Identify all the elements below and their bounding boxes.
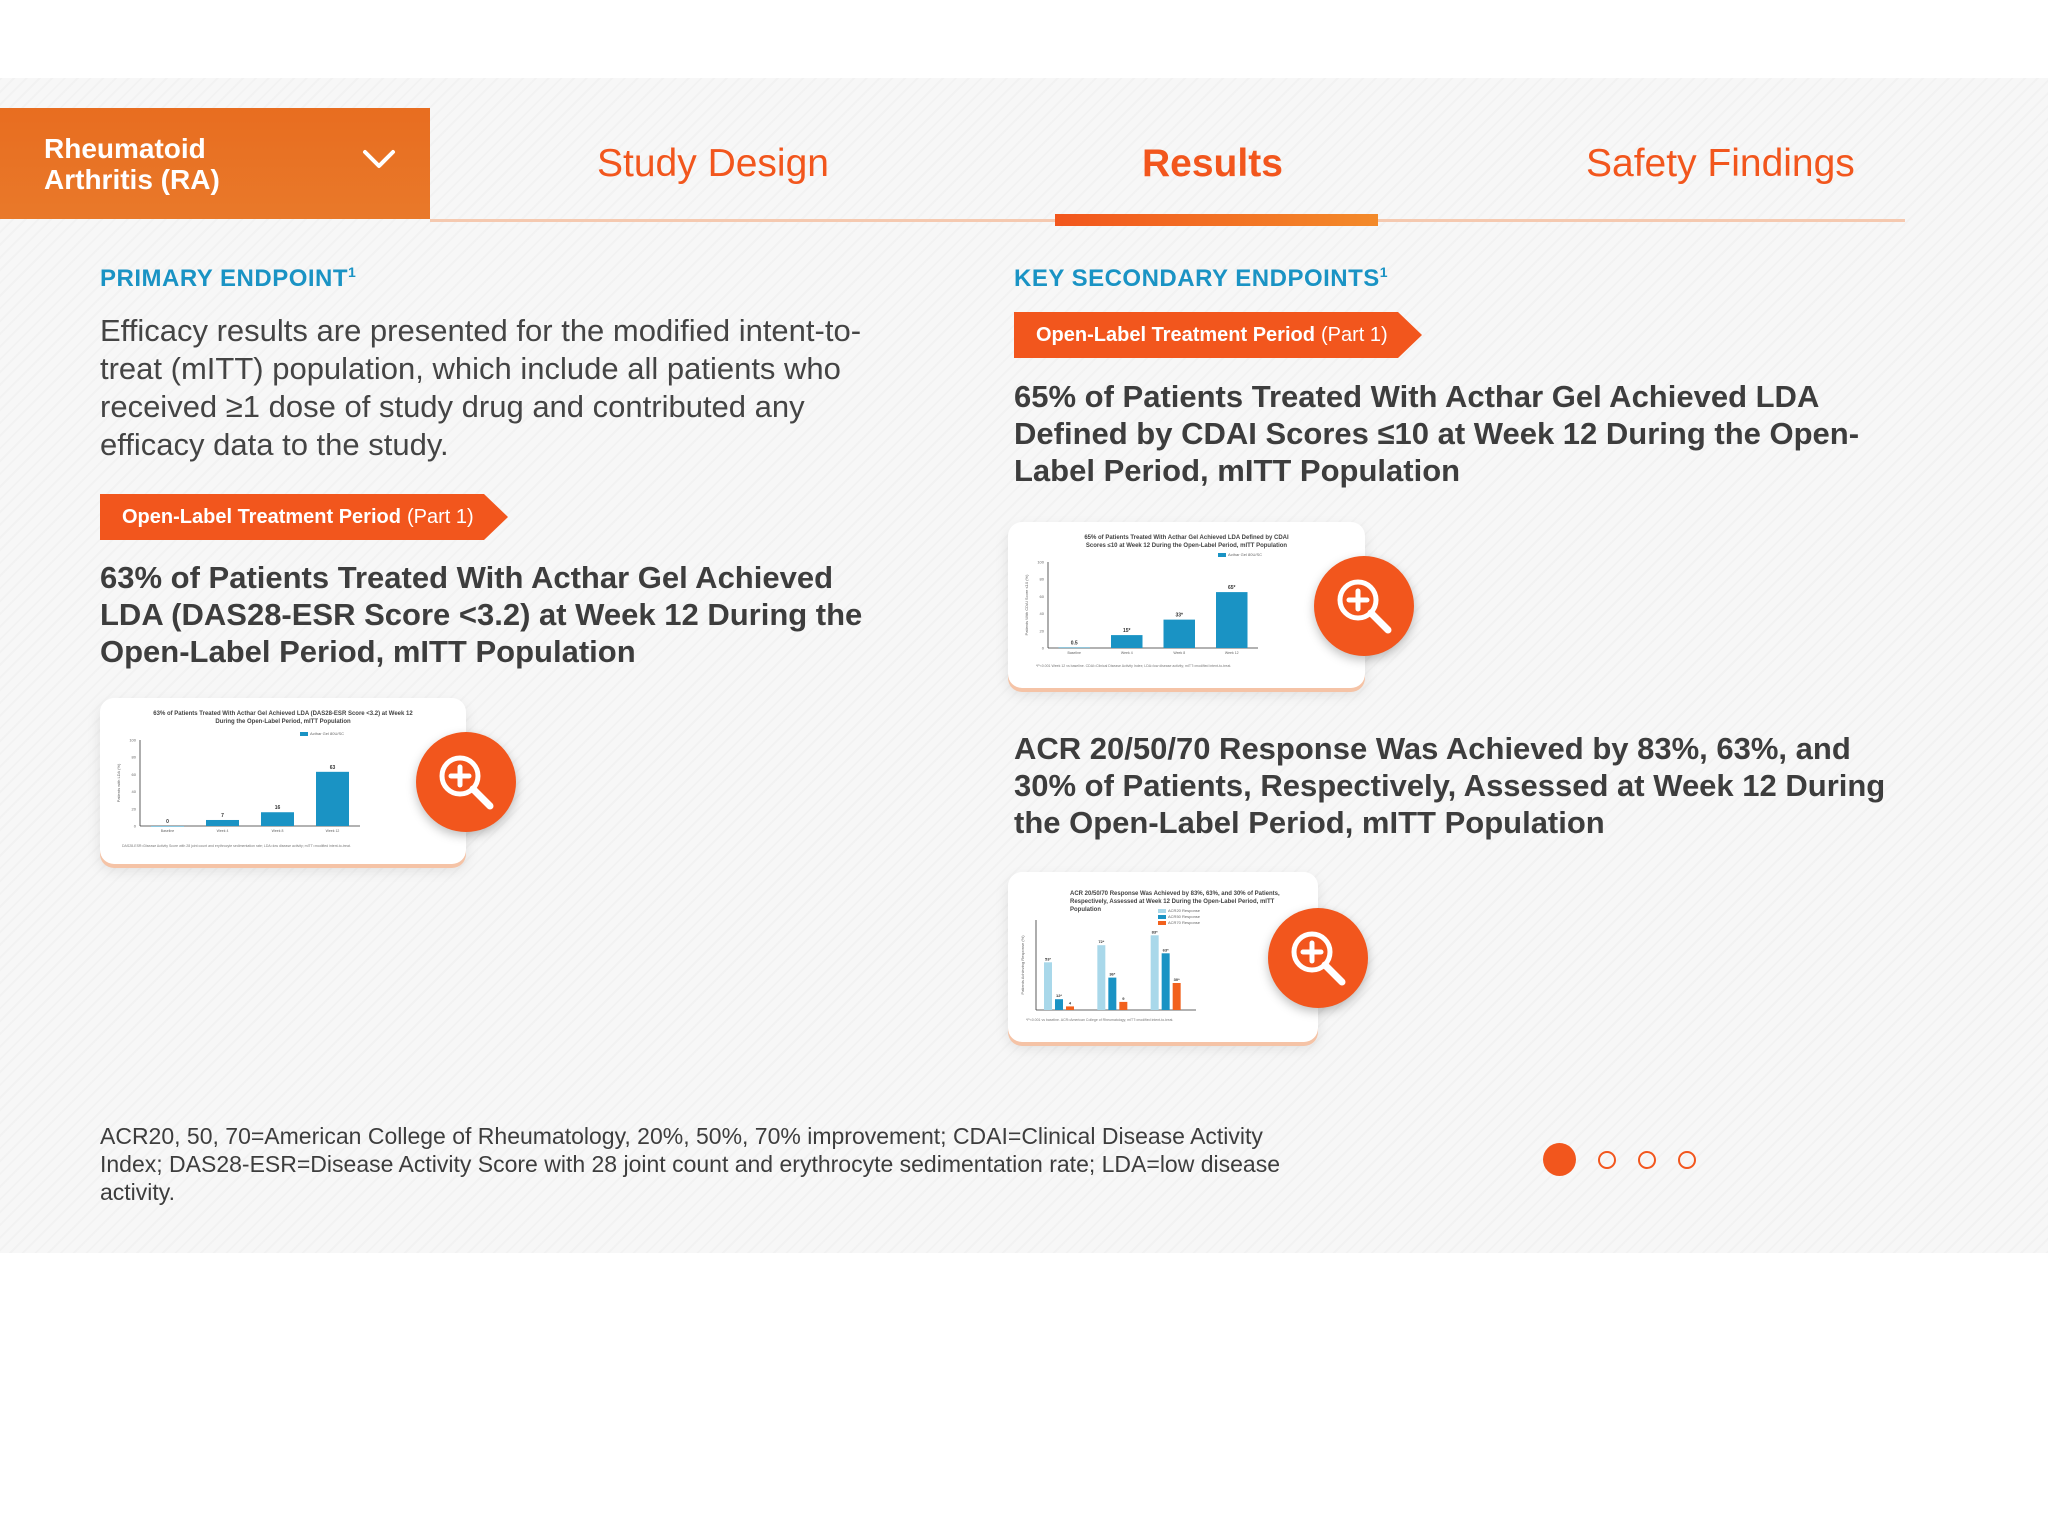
x-tick-label: Week 12	[1225, 651, 1239, 655]
bar	[316, 771, 349, 826]
pagination-dot[interactable]	[1543, 1143, 1576, 1176]
bar	[1058, 647, 1090, 649]
x-tick-label: Week 8	[1173, 651, 1185, 655]
intro-text: Efficacy results are presented for the m…	[100, 313, 862, 462]
bar	[1044, 962, 1052, 1010]
bar-value-label: 30*	[1174, 977, 1180, 982]
indication-dropdown[interactable]: Rheumatoid Arthritis (RA)	[0, 108, 430, 219]
y-tick-label: 60	[132, 772, 137, 777]
bar-value-label: 83*	[1152, 929, 1158, 934]
acr-bar-chart: Patients Achieving Response (%) 53* 12* 4 72…	[1020, 920, 1196, 1011]
thumb-title: 65% of Patients Treated With Acthar Gel …	[1084, 535, 1289, 549]
y-tick-label: 60	[1040, 594, 1045, 599]
tab-safety-findings[interactable]: Safety Findings	[1586, 142, 1855, 186]
active-tab-indicator	[1055, 214, 1378, 226]
y-tick-label: 20	[132, 806, 137, 811]
y-tick-label: 0	[134, 824, 137, 829]
y-tick-label: 100	[1037, 560, 1044, 565]
y-tick-label: 40	[1040, 611, 1045, 616]
zoom-in-icon	[439, 755, 494, 810]
y-tick-label: 80	[132, 755, 137, 760]
zoom-in-button-acr[interactable]	[1268, 908, 1368, 1008]
thumb-footer: DAS28-ESR=Disease Activity Score with 28…	[122, 844, 351, 848]
acr-headline: ACR 20/50/70 Response Was Achieved by 83…	[1014, 731, 1886, 840]
bar	[1119, 1001, 1128, 1010]
thumb-title: 63% of Patients Treated With Acthar Gel …	[153, 711, 413, 725]
bar-value-label: 7	[221, 813, 224, 819]
bar	[1066, 1006, 1074, 1010]
pagination-dot[interactable]	[1598, 1150, 1616, 1169]
das28-chart-thumbnail[interactable]: 63% of Patients Treated With Acthar Gel …	[100, 698, 466, 864]
bar	[1163, 619, 1195, 648]
bar-value-label: 65*	[1228, 585, 1236, 591]
bar	[151, 826, 184, 827]
y-tick-label: 100	[129, 738, 136, 743]
x-tick-label: Week 8	[272, 829, 284, 833]
x-tick-label: Week 12	[326, 829, 340, 833]
abbreviations-footnote: ACR20, 50, 70=American College of Rheuma…	[100, 1123, 1280, 1205]
bar	[1111, 635, 1143, 648]
period-ribbon-right: Open-Label Treatment Period (Part 1)	[1014, 312, 1422, 358]
tab-study-design[interactable]: Study Design	[597, 142, 829, 186]
bar	[1216, 592, 1248, 648]
bar	[1161, 953, 1170, 1010]
bar	[1172, 983, 1181, 1010]
bar	[206, 819, 239, 826]
bar-value-label: 72*	[1098, 939, 1104, 944]
y-axis-label: Patients with LDA (%)	[116, 763, 121, 802]
y-tick-label: 80	[1040, 577, 1045, 582]
y-axis-label: Patients Achieving Response (%)	[1020, 935, 1025, 995]
zoom-in-icon	[1291, 931, 1346, 986]
thumb-footer: *P<0.001 Week 12 vs baseline. CDAI=Clini…	[1036, 664, 1232, 668]
pagination-dot[interactable]	[1678, 1150, 1696, 1169]
bar-value-label: 63*	[1163, 947, 1169, 952]
cdai-chart-thumbnail[interactable]: 65% of Patients Treated With Acthar Gel …	[1008, 522, 1365, 688]
bar-value-label: 12*	[1056, 993, 1062, 998]
period-ribbon-left: Open-Label Treatment Period (Part 1)	[100, 494, 508, 540]
chevron-down-icon	[363, 150, 395, 168]
bar-value-label: 36*	[1109, 972, 1115, 977]
y-tick-label: 20	[1040, 628, 1045, 633]
x-tick-label: Week 4	[217, 829, 229, 833]
bar-value-label: 0	[166, 819, 169, 825]
y-tick-label: 40	[132, 789, 137, 794]
bar	[1097, 945, 1106, 1010]
zoom-in-button-cdai[interactable]	[1314, 556, 1414, 656]
y-tick-label: 0	[1042, 646, 1045, 651]
bar-value-label: 0.5	[1071, 641, 1078, 647]
bar-value-label: 53*	[1045, 956, 1051, 961]
dropdown-label: Rheumatoid Arthritis (RA)	[44, 132, 220, 195]
bar	[1055, 999, 1063, 1010]
x-tick-label: Baseline	[1068, 651, 1081, 655]
primary-endpoint-headline: 63% of Patients Treated With Acthar Gel …	[100, 560, 863, 669]
x-tick-label: Week 4	[1121, 651, 1133, 655]
bar-value-label: 16	[275, 805, 281, 811]
thumb-footer: *P<0.001 vs baseline. ACR=American Colle…	[1026, 1018, 1174, 1022]
cdai-headline: 65% of Patients Treated With Acthar Gel …	[1014, 379, 1860, 488]
bar	[1150, 935, 1159, 1010]
zoom-in-button-das28[interactable]	[416, 732, 516, 832]
pagination-dots	[1543, 1143, 1696, 1176]
bar-value-label: 33*	[1175, 613, 1183, 619]
das28-bar-chart: Patients with LDA (%) 100 80 60 40 20 0 0 Baseli…	[116, 738, 360, 833]
x-tick-label: Baseline	[161, 829, 174, 833]
tab-results[interactable]: Results	[1142, 142, 1283, 186]
bar	[1108, 977, 1117, 1010]
bar-value-label: 9	[1122, 996, 1125, 1001]
bar-value-label: 63	[330, 765, 336, 771]
zoom-in-icon	[1337, 579, 1392, 634]
bar	[261, 812, 294, 826]
pagination-dot[interactable]	[1638, 1150, 1656, 1169]
y-axis-label: Patients With CDAI Score ≤10 (%)	[1024, 574, 1029, 636]
cdai-bar-chart: Patients With CDAI Score ≤10 (%) 100 80 60 4…	[1024, 560, 1258, 655]
primary-endpoint-heading: PRIMARY ENDPOINT1	[100, 264, 357, 292]
bar-value-label: 4	[1069, 1000, 1072, 1005]
secondary-endpoints-heading: KEY SECONDARY ENDPOINTS1	[1014, 264, 1389, 292]
bar-value-label: 15*	[1123, 628, 1131, 634]
